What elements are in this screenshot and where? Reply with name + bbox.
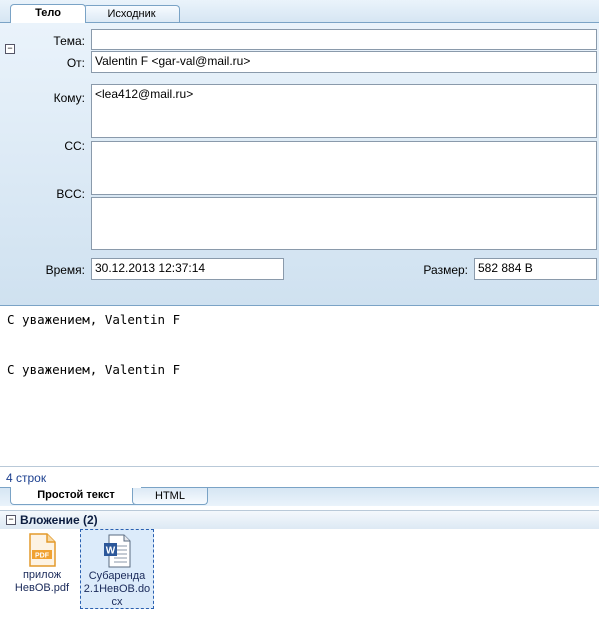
word-doc-icon: W [103,534,131,568]
body-line: С уважением, Valentin F [7,312,181,327]
pdf-icon: PDF [28,533,56,567]
cc-label: CC: [64,139,85,153]
bcc-label: BCC: [56,187,85,201]
subject-label: Тема: [53,34,85,48]
from-field[interactable]: Valentin F <gar-val@mail.ru> [91,51,597,73]
attachments-header[interactable]: − Вложение (2) [0,510,599,530]
attachments-title: Вложение (2) [20,513,98,527]
message-body[interactable]: С уважением, Valentin F С уважением, Val… [0,306,599,467]
attachment-item[interactable]: PDF прилож НевОВ.pdf [6,529,78,607]
tab-source[interactable]: Исходник [83,5,180,22]
tab-html[interactable]: HTML [132,488,208,505]
message-headers: − Тема: От: Valentin F <gar-val@mail.ru>… [0,23,599,306]
cc-field[interactable] [91,141,597,195]
tab-body[interactable]: Тело [10,4,86,23]
view-tabs: Тело Исходник [0,0,599,23]
attachment-item[interactable]: W Субаренда 2.1НевОВ.docx [80,529,154,609]
body-line: С уважением, Valentin F [7,362,181,377]
line-count: 4 строк [6,471,47,485]
size-field[interactable]: 582 884 B [474,258,597,280]
status-bar: 4 строк [0,467,599,487]
to-label: Кому: [53,91,85,105]
word-badge: W [106,546,116,557]
format-tabs: Простой текст HTML [0,487,599,506]
collapse-headers-icon[interactable]: − [5,44,15,54]
attachment-name: прилож НевОВ.pdf [14,569,70,594]
subject-field[interactable] [91,29,597,50]
pdf-badge: PDF [35,553,50,560]
to-field[interactable]: <lea412@mail.ru> [91,84,597,138]
size-label: Размер: [423,263,468,277]
collapse-attachments-icon[interactable]: − [6,515,16,525]
attachments-list: PDF прилож НевОВ.pdf W Субаренда 2.1НевО… [0,529,599,619]
time-label: Время: [45,263,85,277]
bcc-field[interactable] [91,197,597,250]
tab-plain-text[interactable]: Простой текст [10,487,142,505]
attachment-name: Субаренда 2.1НевОВ.docx [83,570,151,608]
from-label: От: [66,56,85,70]
time-field[interactable]: 30.12.2013 12:37:14 [91,258,284,280]
